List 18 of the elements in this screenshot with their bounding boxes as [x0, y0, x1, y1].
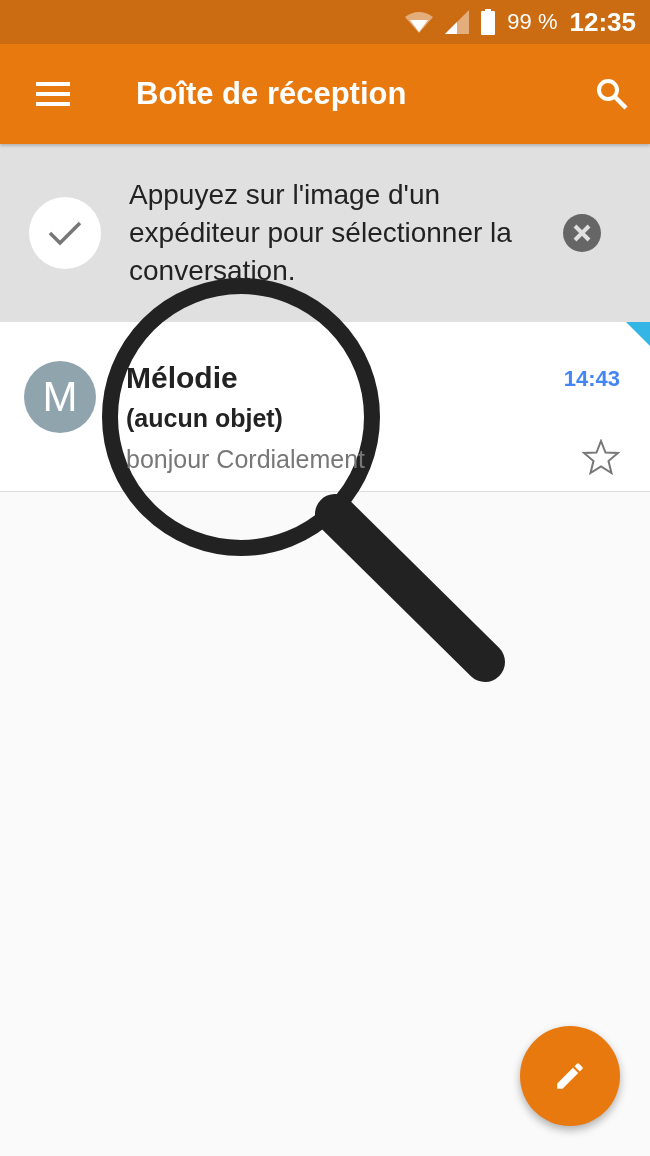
corner-marker-icon [626, 322, 650, 346]
battery-icon [481, 9, 496, 35]
message-subject: (aucun objet) [126, 403, 284, 434]
sender-avatar: M [24, 361, 96, 433]
compose-button[interactable] [520, 1026, 620, 1126]
signal-icon [445, 10, 470, 34]
sender-name: Mélodie [126, 360, 239, 396]
menu-icon [36, 82, 70, 106]
close-icon [563, 214, 601, 252]
star-icon[interactable] [582, 439, 620, 475]
screen-title: Boîte de réception [136, 76, 408, 112]
clock: 12:35 [569, 6, 636, 38]
tip-text: Appuyez sur l'image d'un expéditeur pour sélectionner la conversation. [129, 178, 513, 288]
message-time: 14:43 [563, 366, 620, 392]
wifi-icon [405, 11, 434, 33]
search-icon [596, 78, 628, 110]
check-icon [48, 220, 82, 246]
battery-percent: 99 % [507, 9, 558, 35]
